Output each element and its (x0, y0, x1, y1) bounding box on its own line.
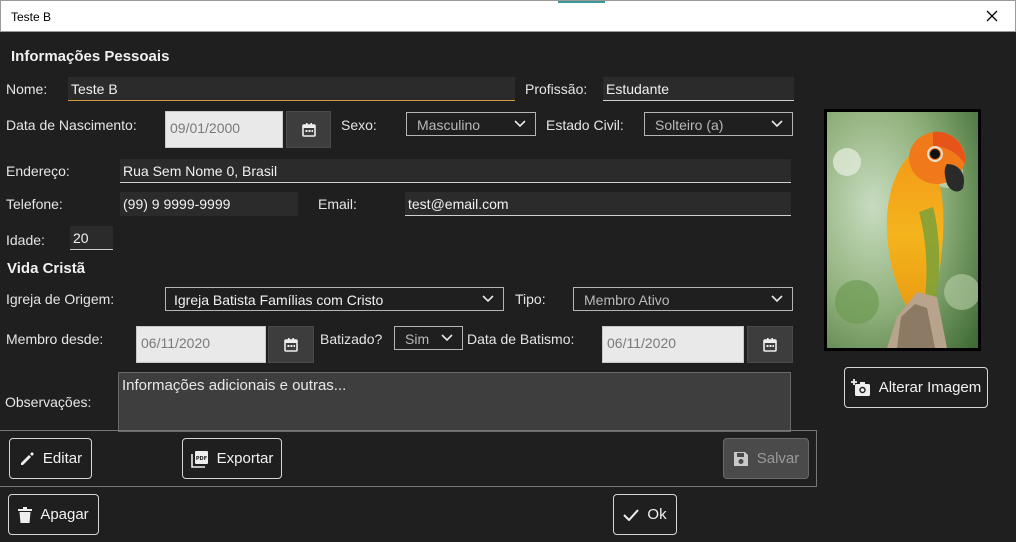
telefone-field[interactable]: (99) 9 9999-9999 (120, 192, 298, 216)
window-titlebar: Teste B (0, 0, 1016, 32)
alterar-imagem-label: Alterar Imagem (878, 379, 982, 396)
parrot-image (827, 112, 978, 348)
profile-photo (824, 109, 981, 351)
profissao-label: Profissão: (525, 81, 588, 97)
editar-label: Editar (42, 450, 83, 467)
nome-label: Nome: (6, 81, 48, 97)
idade-field[interactable]: 20 (70, 226, 113, 250)
apagar-button[interactable]: Apagar (8, 494, 99, 535)
apagar-label: Apagar (40, 506, 89, 523)
email-label: Email: (318, 196, 357, 212)
batizado-label: Batizado? (320, 331, 383, 347)
igreja-select[interactable]: Igreja Batista Famílias com Cristo (165, 287, 504, 311)
close-icon (986, 10, 998, 22)
trash-icon (18, 506, 33, 523)
camera-plus-icon (850, 378, 870, 396)
batizado-select-value: Sim (405, 331, 430, 347)
pencil-icon (20, 451, 34, 465)
observacoes-label: Observações: (5, 394, 92, 410)
ok-label: Ok (647, 506, 667, 523)
chevron-down-icon (514, 120, 526, 128)
endereco-label: Endereço: (6, 163, 70, 179)
nome-field[interactable]: Teste B (68, 77, 515, 101)
estado-civil-select-value: Solteiro (a) (655, 117, 724, 133)
christian-section-title: Vida Cristã (7, 260, 86, 277)
igreja-select-value: Igreja Batista Famílias com Cristo (174, 292, 384, 308)
estado-civil-select[interactable]: Solteiro (a) (644, 112, 793, 136)
igreja-label: Igreja de Origem: (6, 291, 115, 307)
calendar-icon (301, 122, 316, 137)
salvar-label: Salvar (756, 450, 800, 467)
check-icon (623, 508, 640, 521)
calendar-icon (284, 337, 298, 352)
membro-field[interactable]: 06/11/2020 (136, 326, 266, 363)
batismo-date-button[interactable] (747, 326, 793, 363)
nascimento-date-button[interactable] (286, 111, 331, 148)
sexo-select-value: Masculino (417, 117, 481, 133)
tipo-select-value: Membro Ativo (584, 292, 670, 308)
batismo-field[interactable]: 06/11/2020 (602, 326, 744, 363)
tipo-label: Tipo: (515, 291, 546, 307)
alterar-imagem-button[interactable]: Alterar Imagem (844, 367, 988, 408)
exportar-label: Exportar (216, 450, 274, 467)
idade-label: Idade: (6, 232, 45, 248)
chevron-down-icon (771, 295, 783, 303)
nascimento-field[interactable]: 09/01/2000 (165, 111, 283, 148)
nascimento-label: Data de Nascimento: (6, 117, 137, 133)
batizado-select[interactable]: Sim (394, 326, 463, 350)
chevron-down-icon (441, 334, 453, 342)
svg-text:PDF: PDF (196, 456, 207, 462)
action-panel (0, 430, 817, 487)
profissao-field[interactable]: Estudante (603, 77, 794, 101)
chevron-down-icon (771, 120, 783, 128)
window-title: Teste B (11, 10, 52, 24)
estado-civil-label: Estado Civil: (546, 117, 624, 133)
endereco-field[interactable]: Rua Sem Nome 0, Brasil (120, 159, 791, 183)
batismo-label: Data de Batismo: (467, 331, 575, 347)
personal-section-title: Informações Pessoais (11, 48, 170, 65)
close-button[interactable] (969, 1, 1015, 31)
salvar-button[interactable]: Salvar (723, 438, 809, 479)
tipo-select[interactable]: Membro Ativo (573, 287, 793, 311)
exportar-button[interactable]: PDF Exportar (182, 438, 282, 479)
save-icon (733, 451, 748, 466)
sexo-label: Sexo: (341, 117, 377, 133)
membro-label: Membro desde: (6, 331, 104, 347)
email-field[interactable]: test@email.com (405, 192, 791, 216)
telefone-label: Telefone: (6, 196, 63, 212)
editar-button[interactable]: Editar (9, 438, 92, 479)
chevron-down-icon (482, 295, 494, 303)
titlebar-accent (558, 1, 605, 3)
calendar-icon (763, 337, 777, 352)
sexo-select[interactable]: Masculino (406, 112, 536, 136)
ok-button[interactable]: Ok (613, 494, 677, 535)
pdf-icon: PDF (190, 450, 208, 468)
observacoes-textarea[interactable]: Informações adicionais e outras... (118, 372, 791, 432)
membro-date-button[interactable] (268, 326, 314, 363)
